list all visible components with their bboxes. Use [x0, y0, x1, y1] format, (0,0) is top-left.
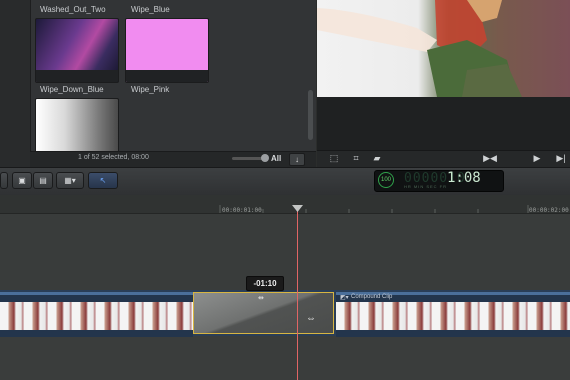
filter-popup[interactable]: All — [271, 154, 281, 163]
thumb-label-washed-out-two: Washed_Out_Two — [40, 5, 106, 14]
clip-size-slider-knob[interactable] — [261, 154, 269, 162]
timecode-unit-labels: HR MIN SEC FR — [404, 184, 447, 189]
selection-status: 1 of 52 selected, 08:00 — [78, 154, 149, 161]
clip-filmstrip — [0, 302, 193, 330]
play-button[interactable]: ▶ — [529, 152, 545, 164]
ruler-ticks — [219, 205, 529, 213]
thumbnail-gradient[interactable] — [35, 98, 119, 153]
toolbar-button-left-edge[interactable] — [0, 172, 8, 189]
thumb-label-wipe-blue: Wipe_Blue — [131, 5, 170, 14]
viewer-figure-illustration — [317, 0, 522, 97]
thumbnail-wipe-pink[interactable] — [125, 18, 209, 83]
select-tool-button[interactable]: ↖ — [88, 172, 118, 189]
trim-cursor-icon: ⇔ — [306, 313, 316, 324]
transition-handle-icon[interactable]: ⇹ — [258, 294, 264, 302]
ruler-label-1s: 00:00:01:00 — [222, 207, 262, 214]
thumbnail-wipe-down-blue[interactable] — [35, 18, 119, 83]
viewer-crop-icon[interactable]: ⌗ — [348, 152, 364, 164]
ruler-label-2s: 00:00:02:00 — [529, 207, 569, 214]
connect-clip-icon[interactable]: ▣ — [12, 172, 32, 189]
next-edit-button[interactable]: ▶| — [553, 152, 569, 164]
browser-action-button[interactable]: ↓ — [289, 153, 305, 166]
timeline-connected-area[interactable] — [0, 214, 570, 291]
timeline-audio-area[interactable] — [0, 336, 570, 380]
play-reverse-button[interactable]: ▶◀ — [482, 152, 498, 164]
append-clip-icon[interactable]: ▦▾ — [56, 172, 84, 189]
clip-filmstrip — [336, 302, 570, 330]
timeline-ruler[interactable] — [0, 195, 570, 214]
playhead[interactable] — [297, 207, 298, 380]
compound-clip-icon: ◩▾ — [340, 295, 349, 301]
compound-clip-label: Compound Clip — [351, 294, 393, 300]
browser-sidebar-strip — [0, 0, 31, 167]
thumb-label-wipe-down-blue: Wipe_Down_Blue — [40, 85, 104, 94]
transition-duration-badge: -01:10 — [246, 276, 284, 291]
video-clip-left[interactable] — [0, 292, 193, 337]
viewer-enhance-icon[interactable]: ▰ — [369, 152, 385, 164]
viewer-video-frame — [317, 0, 570, 97]
browser-scrollbar[interactable] — [308, 90, 313, 140]
insert-clip-icon[interactable]: ▤ — [33, 172, 53, 189]
viewer-fit-icon[interactable]: ⬚ — [326, 152, 342, 164]
thumb-label-wipe-pink: Wipe_Pink — [131, 85, 170, 94]
timecode-value: 1:08 — [447, 170, 481, 186]
rate-indicator: 100 — [378, 172, 394, 188]
